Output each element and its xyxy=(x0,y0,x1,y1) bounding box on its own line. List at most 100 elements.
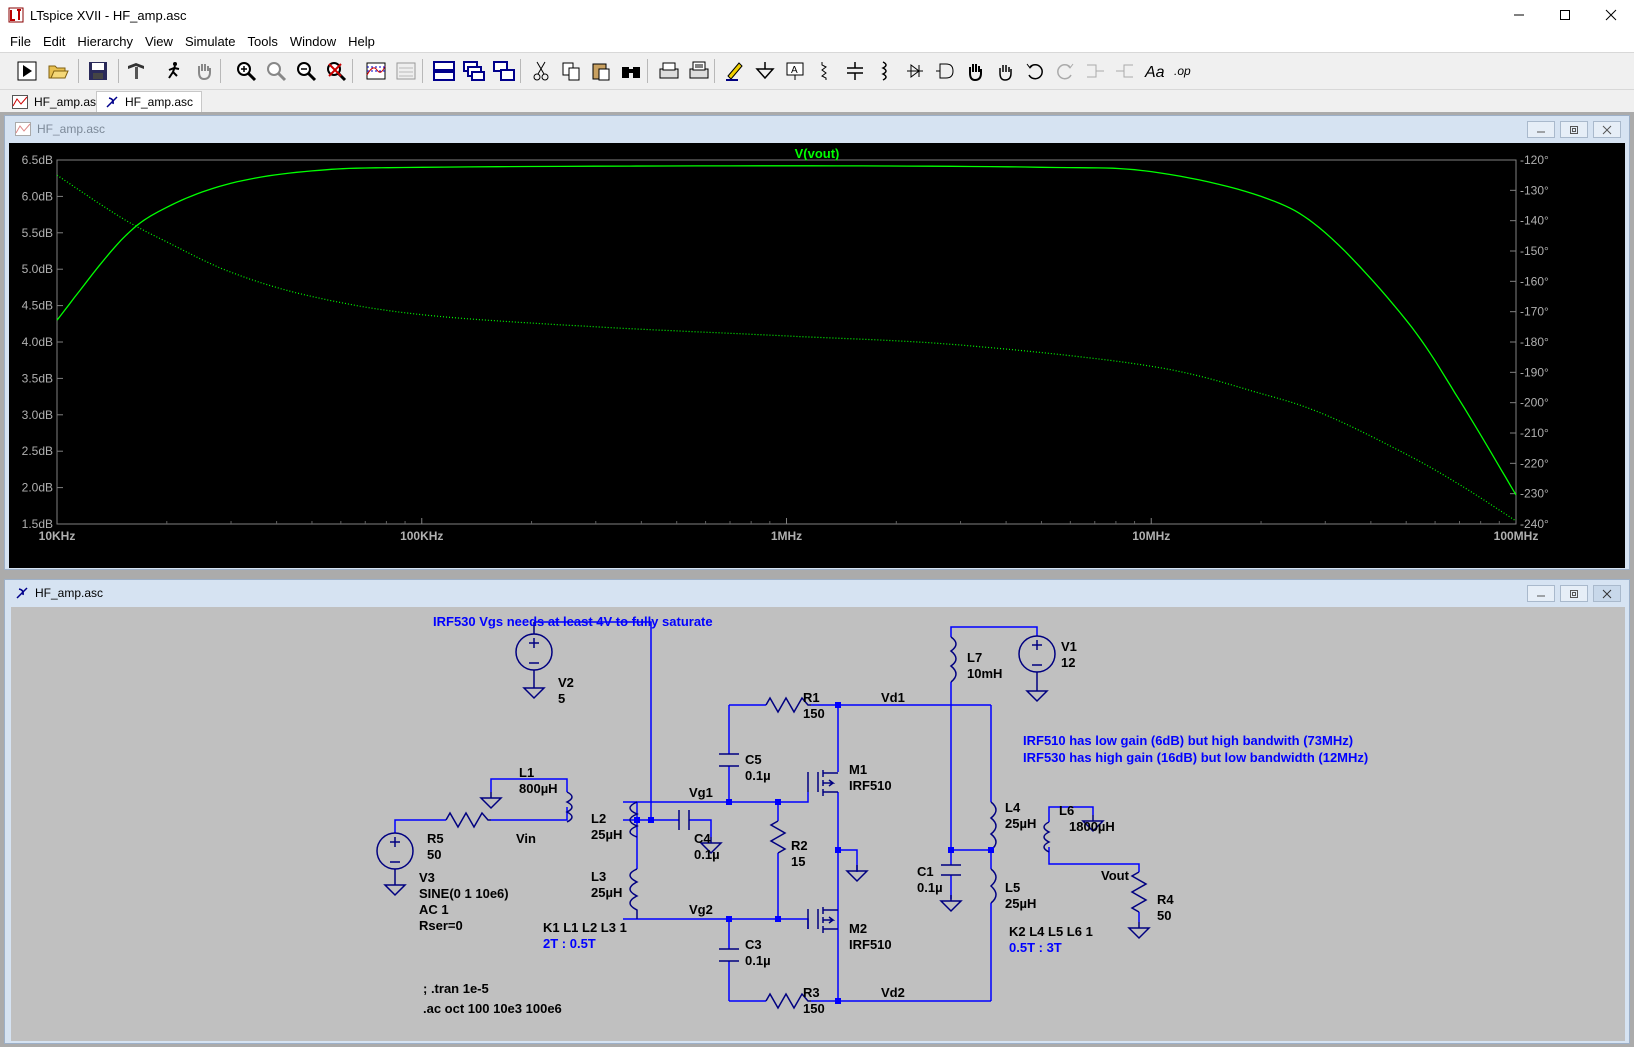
V1-name[interactable]: V1 xyxy=(1061,639,1077,654)
R4-value[interactable]: 50 xyxy=(1157,908,1171,923)
schematic-restore-button[interactable] xyxy=(1560,585,1588,602)
menu-file[interactable]: File xyxy=(4,34,37,49)
copy-icon[interactable] xyxy=(557,56,585,86)
R2-name[interactable]: R2 xyxy=(791,838,808,853)
mirror-icon[interactable] xyxy=(1111,56,1139,86)
C3-name[interactable]: C3 xyxy=(745,937,762,952)
zoom-out-icon[interactable] xyxy=(292,56,320,86)
plot-settings-icon[interactable] xyxy=(392,56,420,86)
L5-name[interactable]: L5 xyxy=(1005,880,1020,895)
diode-icon[interactable] xyxy=(901,56,929,86)
net-label-vg2[interactable]: Vg2 xyxy=(689,902,713,917)
menu-view[interactable]: View xyxy=(139,34,179,49)
find-icon[interactable] xyxy=(617,56,645,86)
net-label-vout[interactable]: Vout xyxy=(1101,868,1130,883)
rotate-icon[interactable] xyxy=(1081,56,1109,86)
M2-value[interactable]: IRF510 xyxy=(849,937,892,952)
plot-window-titlebar[interactable]: HF_amp.asc xyxy=(5,116,1629,142)
net-label-vd1[interactable]: Vd1 xyxy=(881,690,905,705)
tab-schematic[interactable]: HF_amp.asc xyxy=(96,91,203,112)
open-icon[interactable] xyxy=(44,56,72,86)
R3-name[interactable]: R3 xyxy=(803,985,820,1000)
paste-icon[interactable] xyxy=(587,56,615,86)
print-icon[interactable] xyxy=(655,56,683,86)
control-panel-icon[interactable] xyxy=(122,56,150,86)
zoom-cancel-icon[interactable] xyxy=(322,56,350,86)
schematic-canvas[interactable]: IRF530 Vgs needs at least 4V to fully sa… xyxy=(11,607,1625,1041)
L6-value[interactable]: 1800µH xyxy=(1069,819,1115,834)
C3-value[interactable]: 0.1µ xyxy=(745,953,771,968)
R5-name[interactable]: R5 xyxy=(427,831,444,846)
schematic-minimize-button[interactable] xyxy=(1527,585,1555,602)
M1-value[interactable]: IRF510 xyxy=(849,778,892,793)
menu-help[interactable]: Help xyxy=(342,34,381,49)
k2-statement[interactable]: K2 L4 L5 L6 1 xyxy=(1009,924,1093,939)
waveform-chart[interactable]: 6.5dB 6.0dB 5.5dB 5.0dB 4.5dB 4.0dB 3.5dB 3.0dB… xyxy=(9,143,1625,568)
schematic-window-titlebar[interactable]: HF_amp.asc xyxy=(5,580,1629,606)
comment-irf530-bw[interactable]: IRF530 has high gain (16dB) but low band… xyxy=(1023,750,1368,765)
net-label-vg1[interactable]: Vg1 xyxy=(689,785,713,800)
print-preview-icon[interactable] xyxy=(685,56,713,86)
L4-value[interactable]: 25µH xyxy=(1005,816,1036,831)
menu-edit[interactable]: Edit xyxy=(37,34,71,49)
spice-directive-icon[interactable]: .op xyxy=(1171,56,1199,86)
menu-window[interactable]: Window xyxy=(284,34,342,49)
L2-value[interactable]: 25µH xyxy=(591,827,622,842)
comment-irf510-bw[interactable]: IRF510 has low gain (6dB) but high bandw… xyxy=(1023,733,1353,748)
minimize-button[interactable] xyxy=(1496,0,1542,30)
redo-icon[interactable] xyxy=(1051,56,1079,86)
move-icon[interactable] xyxy=(961,56,989,86)
C4-value[interactable]: 0.1µ xyxy=(694,847,720,862)
V3-value[interactable]: SINE(0 1 10e6) xyxy=(419,886,509,901)
comment-irf530-vgs[interactable]: IRF530 Vgs needs at least 4V to fully sa… xyxy=(433,614,713,629)
cut-icon[interactable] xyxy=(527,56,555,86)
waveform-plot[interactable]: 6.5dB 6.0dB 5.5dB 5.0dB 4.5dB 4.0dB 3.5dB 3.0dB… xyxy=(9,143,1625,568)
k1-ratio[interactable]: 2T : 0.5T xyxy=(543,936,596,951)
C4-name[interactable]: C4 xyxy=(694,831,711,846)
resistor-icon[interactable] xyxy=(811,56,839,86)
tile-vertical-icon[interactable] xyxy=(490,56,518,86)
V2-name[interactable]: V2 xyxy=(558,675,574,690)
schematic-close-button[interactable] xyxy=(1593,585,1621,602)
C5-value[interactable]: 0.1µ xyxy=(745,768,771,783)
inductor-icon[interactable] xyxy=(871,56,899,86)
tab-plot[interactable]: HF_amp.asc xyxy=(4,91,110,112)
trace-magnitude[interactable] xyxy=(56,165,1517,496)
undo-icon[interactable] xyxy=(1021,56,1049,86)
zoom-in-icon[interactable] xyxy=(232,56,260,86)
L6-name[interactable]: L6 xyxy=(1059,803,1074,818)
label-net-icon[interactable]: A xyxy=(781,56,809,86)
M1-name[interactable]: M1 xyxy=(849,762,867,777)
pan-icon[interactable] xyxy=(190,56,218,86)
V3-ac[interactable]: AC 1 xyxy=(419,902,449,917)
drag-icon[interactable] xyxy=(991,56,1019,86)
k2-ratio[interactable]: 0.5T : 3T xyxy=(1009,940,1062,955)
plot-close-button[interactable] xyxy=(1593,121,1621,138)
L3-value[interactable]: 25µH xyxy=(591,885,622,900)
V3-name[interactable]: V3 xyxy=(419,870,435,885)
L1-name[interactable]: L1 xyxy=(519,765,534,780)
component-icon[interactable] xyxy=(931,56,959,86)
close-button[interactable] xyxy=(1588,0,1634,30)
maximize-button[interactable] xyxy=(1542,0,1588,30)
L5-value[interactable]: 25µH xyxy=(1005,896,1036,911)
R3-value[interactable]: 150 xyxy=(803,1001,825,1016)
V2-value[interactable]: 5 xyxy=(558,691,565,706)
capacitor-icon[interactable] xyxy=(841,56,869,86)
draw-wire-icon[interactable] xyxy=(721,56,749,86)
save-icon[interactable] xyxy=(84,56,112,86)
R1-name[interactable]: R1 xyxy=(803,690,820,705)
run-icon[interactable] xyxy=(13,56,41,86)
L7-name[interactable]: L7 xyxy=(967,650,982,665)
R5-value[interactable]: 50 xyxy=(427,847,441,862)
R2-value[interactable]: 15 xyxy=(791,854,805,869)
ground-icon[interactable] xyxy=(751,56,779,86)
L1-value[interactable]: 800µH xyxy=(519,781,558,796)
C1-value[interactable]: 0.1µ xyxy=(917,880,943,895)
V3-rser[interactable]: Rser=0 xyxy=(419,918,463,933)
cascade-icon[interactable] xyxy=(460,56,488,86)
k1-statement[interactable]: K1 L1 L2 L3 1 xyxy=(543,920,627,935)
menu-tools[interactable]: Tools xyxy=(242,34,284,49)
C1-name[interactable]: C1 xyxy=(917,864,934,879)
L4-name[interactable]: L4 xyxy=(1005,800,1021,815)
